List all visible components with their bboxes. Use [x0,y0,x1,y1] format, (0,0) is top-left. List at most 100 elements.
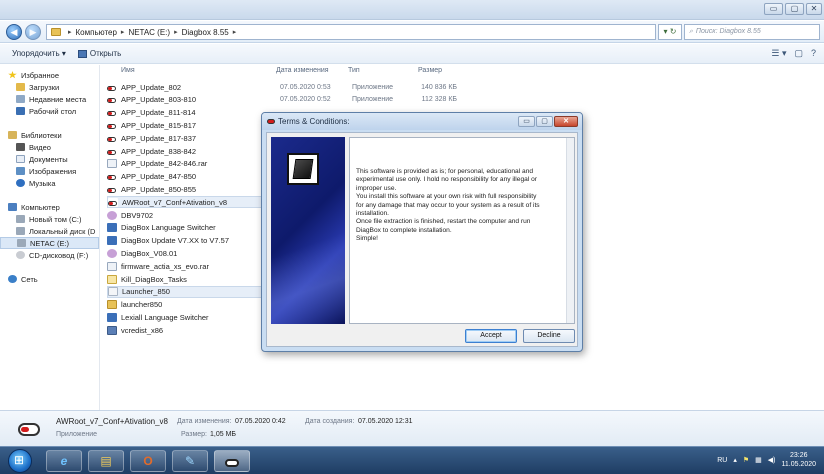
file-name: APP_Update_850-855 [121,184,197,194]
search-placeholder: Поиск: Diagbox 8.55 [695,28,761,35]
file-name: APP_Update_817-837 [121,133,197,143]
chevron-right-icon: ▸ [120,29,125,36]
nav-music[interactable]: Музыка [0,177,99,189]
column-header-type[interactable]: Тип [348,65,360,79]
nav-label: Загрузки [29,82,60,92]
column-header-size[interactable]: Размер [418,65,442,79]
nav-label: Музыка [29,178,56,188]
minimize-button[interactable]: ▭ [764,3,783,15]
nav-images[interactable]: Изображения [0,165,99,177]
file-name: vcredist_x86 [121,325,164,335]
details-size-label: Размер: [181,431,208,438]
recent-places-icon [16,95,25,103]
dialog-maximize-button[interactable]: ▢ [536,116,553,127]
file-name: Lexiall Language Switcher [121,312,209,322]
refresh-button[interactable]: ▾ ↻ [658,24,682,40]
nav-label: Избранное [21,70,60,80]
search-input[interactable]: ⌕ Поиск: Diagbox 8.55 [684,24,820,40]
help-icon[interactable]: ? [811,48,816,59]
nav-label: Новый том (C:) [29,214,82,224]
file-icon [107,184,117,194]
tray-expand-icon[interactable]: ▴ [733,456,737,464]
license-line: DiagBox to complete installation. [356,226,452,234]
nav-libraries[interactable]: Библиотеки [0,129,99,141]
music-icon [16,179,25,187]
breadcrumb-netac[interactable]: NETAC (E:) [128,28,170,37]
clock[interactable]: 23:26 11.05.2020 [781,451,816,469]
details-type: Приложение [56,431,98,438]
office-taskbar-icon[interactable]: O [130,450,166,472]
file-icon [108,287,118,297]
license-line: You install this software at your own ri… [356,193,537,201]
nav-cd-drive[interactable]: CD-дисковод (F:) [0,249,99,261]
details-created-value: 07.05.2020 12:31 [358,418,413,425]
file-name: AWRoot_v7_Conf+Ativation_v8 [122,197,227,207]
file-date: 07.05.2020 0:52 [280,96,331,104]
details-modified-value: 07.05.2020 0:42 [235,418,286,425]
accept-button[interactable]: Accept [465,329,517,343]
nav-label: Документы [29,154,68,164]
forward-button[interactable]: ▶ [25,24,41,40]
nav-new-volume[interactable]: Новый том (C:) [0,213,99,225]
flag-icon[interactable]: ⚑ [743,456,749,464]
installer-taskbar-icon[interactable] [214,450,250,472]
breadcrumb-diagbox[interactable]: Diagbox 8.55 [182,28,229,37]
file-name: DBV9702 [121,210,154,220]
file-name: Kill_DiagBox_Tasks [121,274,187,284]
nav-local-disk[interactable]: Локальный диск (D [0,225,99,237]
address-bar[interactable]: ▸ Компьютер ▸ NETAC (E:) ▸ Diagbox 8.55 … [46,24,656,40]
nav-recent-places[interactable]: Недавние места [0,93,99,105]
column-header-date[interactable]: Дата изменения [276,65,329,79]
file-icon [107,95,117,105]
nav-favorites[interactable]: Избранное [0,69,99,81]
file-row[interactable]: APP_Update_802 07.05.2020 0:53 Приложение 1… [107,81,507,93]
file-icon [108,197,118,207]
nav-desktop[interactable]: Рабочий стол [0,105,99,117]
column-header-name[interactable]: Имя [121,65,135,79]
language-indicator[interactable]: RU [717,457,727,464]
open-icon [77,49,87,58]
nav-video[interactable]: Видео [0,141,99,153]
file-row[interactable]: APP_Update_803-810 07.05.2020 0:52 Приложе… [107,94,507,106]
maximize-button[interactable]: ▢ [785,3,804,15]
dialog-minimize-button[interactable]: ▭ [518,116,535,127]
file-type: Приложение [352,96,394,104]
explorer-taskbar-icon[interactable]: ▤ [88,450,124,472]
installer-banner [271,137,345,324]
nav-documents[interactable]: Документы [0,153,99,165]
nav-network[interactable]: Сеть [0,273,99,285]
chevron-right-icon: ▸ [232,29,237,36]
start-button[interactable] [8,449,32,473]
file-name: APP_Update_802 [121,82,182,92]
cd-drive-icon [16,251,25,259]
file-icon [107,325,117,335]
close-button[interactable]: ✕ [806,3,822,15]
images-icon [16,167,25,175]
file-name: APP_Update_838-842 [121,146,197,156]
internet-explorer-icon[interactable]: e [46,450,82,472]
view-options-icon[interactable]: ☰ ▾ [771,48,786,59]
license-line: Simple! [356,235,378,243]
nav-netac[interactable]: NETAC (E:) [0,237,99,249]
nav-downloads[interactable]: Загрузки [0,81,99,93]
clock-time: 23:26 [789,452,808,459]
file-name: APP_Update_847-850 [121,172,197,182]
preview-pane-icon[interactable]: ▢ [794,48,803,59]
tool-taskbar-icon[interactable]: ✎ [172,450,208,472]
taskbar: e ▤ O ✎ RU ▴ ⚑ ▦ ◀) 23:26 11.05.2020 [0,446,824,474]
command-bar: Упорядочить ▾ Открыть ☰ ▾ ▢ ? [0,44,824,64]
open-button[interactable]: Открыть [77,49,121,58]
file-icon [107,146,117,156]
back-button[interactable]: ◀ [6,24,22,40]
speaker-icon[interactable]: ◀) [768,456,776,464]
breadcrumb-computer[interactable]: Компьютер [76,28,117,37]
organize-button[interactable]: Упорядочить ▾ [12,49,66,58]
license-text-area[interactable]: This software is provided as is; for per… [349,137,575,324]
file-icon [107,261,117,271]
decline-button[interactable]: Decline [523,329,575,343]
nav-computer[interactable]: Компьютер [0,201,99,213]
network-tray-icon[interactable]: ▦ [755,456,762,464]
dialog-body: This software is provided as is; for per… [266,132,578,347]
vertical-scrollbar[interactable] [566,138,574,323]
dialog-close-button[interactable]: ✕ [554,116,578,127]
